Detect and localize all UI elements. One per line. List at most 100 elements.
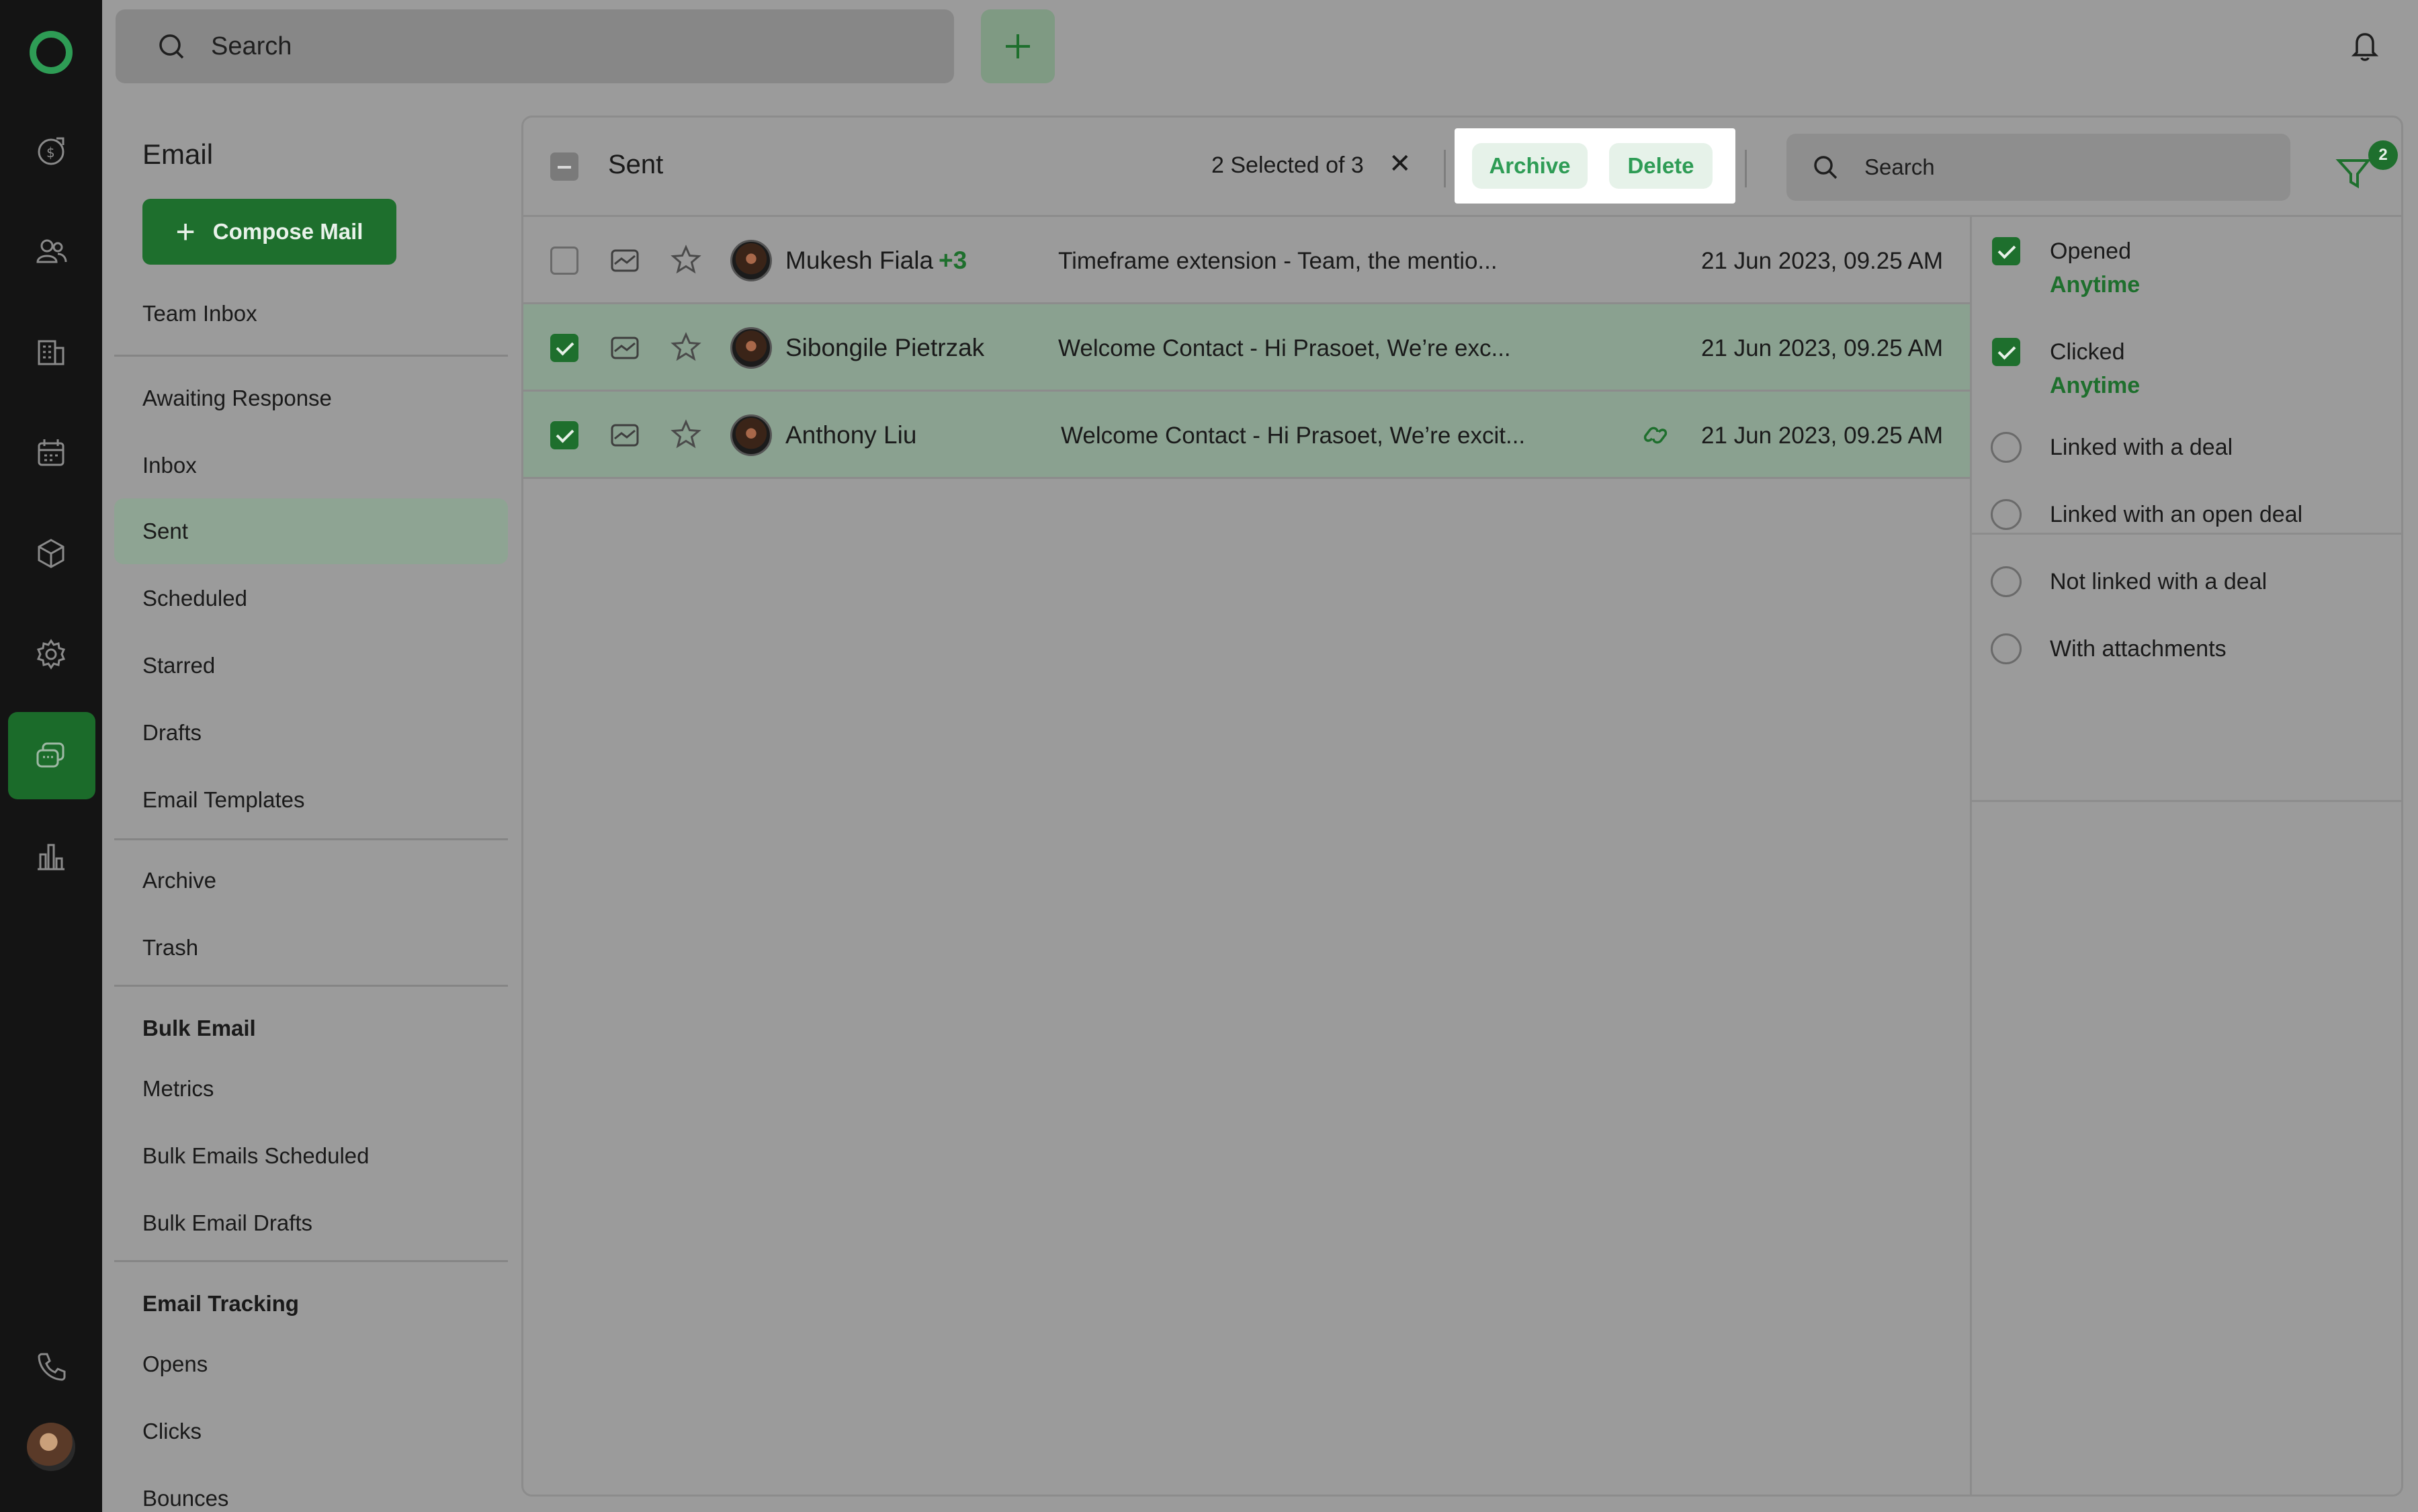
nav-item-team-inbox[interactable]: Team Inbox <box>114 281 508 347</box>
nav-item-bulk-email[interactable]: Bulk Email <box>114 995 508 1061</box>
star-icon[interactable] <box>670 418 702 451</box>
nav-divider <box>114 838 508 840</box>
archive-button[interactable]: Archive <box>1472 143 1588 189</box>
plus-icon: + <box>175 213 196 251</box>
nav-item-sent[interactable]: Sent <box>114 498 508 564</box>
selected-count: 2 Selected of 3 <box>1211 152 1364 178</box>
email-row[interactable]: Sibongile Pietrzak Welcome Contact - Hi … <box>523 304 1970 392</box>
filter-divider <box>1972 800 2403 802</box>
sender-name: Mukesh Fiala +3 <box>785 247 967 274</box>
nav-item-opens[interactable]: Opens <box>114 1331 508 1397</box>
bell-icon[interactable] <box>2346 27 2384 64</box>
sender-name: Anthony Liu <box>785 421 917 449</box>
filter-clicked-checkbox[interactable] <box>1992 338 2020 366</box>
compose-mail-button[interactable]: + Compose Mail <box>142 199 396 265</box>
header-divider <box>1745 150 1747 187</box>
row-checkbox[interactable] <box>550 247 578 275</box>
nav-item-starred[interactable]: Starred <box>114 633 508 699</box>
nav-title: Email <box>142 138 214 170</box>
nav-item-trash[interactable]: Trash <box>114 915 508 981</box>
list-search-input[interactable]: Search <box>1786 134 2290 201</box>
email-subject: Timeframe extension - Team, the mentio..… <box>1058 248 1498 274</box>
avatar <box>730 327 772 369</box>
email-sent-icon <box>611 337 639 359</box>
svg-text:$: $ <box>46 144 55 161</box>
email-date: 21 Jun 2023, 09.25 AM <box>1701 335 1943 361</box>
filter-linked-deal-label: Linked with a deal <box>2050 435 2233 460</box>
search-icon <box>159 34 184 59</box>
global-search-placeholder: Search <box>211 32 292 60</box>
filter-not-linked-deal-label: Not linked with a deal <box>2050 569 2268 594</box>
filter-linked-open-deal-label: Linked with an open deal <box>2050 502 2303 527</box>
filter-opened-checkbox[interactable] <box>1992 237 2020 265</box>
email-row[interactable]: Anthony Liu Welcome Contact - Hi Prasoet… <box>523 392 1970 479</box>
nav-divider <box>114 985 508 987</box>
nav-item-scheduled[interactable]: Scheduled <box>114 566 508 631</box>
email-row[interactable]: Mukesh Fiala +3 Timeframe extension - Tea… <box>523 217 1970 304</box>
compose-mail-label: Compose Mail <box>212 219 363 244</box>
nav-item-email-templates[interactable]: Email Templates <box>114 767 508 833</box>
nav-item-clicks[interactable]: Clicks <box>114 1398 508 1464</box>
email-list-panel: Sent 2 Selected of 3 ✕ Archive Delete Se… <box>521 116 2403 1497</box>
nav-item-inbox[interactable]: Inbox <box>114 433 508 498</box>
filter-count-badge: 2 <box>2368 140 2398 170</box>
plus-icon <box>1006 34 1030 58</box>
filter-linked-open-deal-radio[interactable] <box>1991 499 2022 530</box>
settings-icon[interactable] <box>31 634 71 674</box>
filter-opened-label: Opened <box>2050 238 2131 264</box>
contacts-icon[interactable] <box>31 231 71 271</box>
star-icon[interactable] <box>670 331 702 363</box>
nav-divider <box>114 1260 508 1262</box>
email-subject: Welcome Contact - Hi Prasoet, We’re exc.… <box>1058 335 1511 361</box>
email-sent-icon <box>611 249 639 272</box>
row-checkbox[interactable] <box>550 421 578 449</box>
deals-icon[interactable]: $ <box>31 130 71 171</box>
nav-item-drafts[interactable]: Drafts <box>114 700 508 766</box>
list-search-placeholder: Search <box>1864 154 1935 179</box>
filter-with-attachments-label: With attachments <box>2050 636 2227 662</box>
nav-item-metrics[interactable]: Metrics <box>114 1056 508 1122</box>
quick-add-button[interactable] <box>981 9 1055 83</box>
nav-divider <box>114 355 508 357</box>
global-search[interactable]: Search <box>116 9 954 83</box>
nav-item-archive[interactable]: Archive <box>114 848 508 914</box>
search-icon <box>1814 156 1838 179</box>
email-date: 21 Jun 2023, 09.25 AM <box>1701 248 1943 274</box>
avatar <box>730 414 772 456</box>
filter-linked-deal-radio[interactable] <box>1991 432 2022 463</box>
products-icon[interactable] <box>31 533 71 574</box>
nav-item-bulk-emails-scheduled[interactable]: Bulk Emails Scheduled <box>114 1123 508 1189</box>
row-checkbox[interactable] <box>550 334 578 362</box>
phone-icon[interactable] <box>31 1346 71 1386</box>
select-all-checkbox[interactable] <box>550 152 578 181</box>
clear-selection-icon[interactable]: ✕ <box>1389 148 1412 179</box>
filter-divider <box>1972 533 2403 535</box>
companies-icon[interactable] <box>31 332 71 372</box>
filter-not-linked-deal-radio[interactable] <box>1991 566 2022 597</box>
bulk-actions: Archive Delete <box>1455 128 1735 204</box>
email-icon[interactable] <box>31 736 71 776</box>
filter-panel: Opened Anytime Clicked Anytime Linked wi… <box>1970 217 2403 1497</box>
nav-item-email-tracking[interactable]: Email Tracking <box>114 1271 508 1337</box>
app-logo[interactable] <box>27 28 75 77</box>
avatar <box>730 240 772 281</box>
calendar-icon[interactable] <box>31 433 71 473</box>
filter-opened-range[interactable]: Anytime <box>2050 272 2140 298</box>
link-icon <box>1643 427 1668 444</box>
nav-item-bounces[interactable]: Bounces <box>114 1466 508 1512</box>
header-divider <box>1444 150 1446 187</box>
filter-clicked-range[interactable]: Anytime <box>2050 373 2140 399</box>
app-rail: $ <box>0 0 102 1512</box>
filter-clicked-label: Clicked <box>2050 339 2125 365</box>
star-icon[interactable] <box>670 244 702 276</box>
email-sent-icon <box>611 424 639 447</box>
nav-item-awaiting-response[interactable]: Awaiting Response <box>114 365 508 431</box>
delete-button[interactable]: Delete <box>1609 143 1713 189</box>
user-avatar[interactable] <box>27 1423 75 1471</box>
email-subject: Welcome Contact - Hi Prasoet, We’re exci… <box>1061 423 1526 449</box>
nav-item-bulk-email-drafts[interactable]: Bulk Email Drafts <box>114 1190 508 1256</box>
email-date: 21 Jun 2023, 09.25 AM <box>1701 423 1943 449</box>
filter-with-attachments-radio[interactable] <box>1991 633 2022 664</box>
reports-icon[interactable] <box>31 836 71 876</box>
list-title: Sent <box>608 150 664 179</box>
